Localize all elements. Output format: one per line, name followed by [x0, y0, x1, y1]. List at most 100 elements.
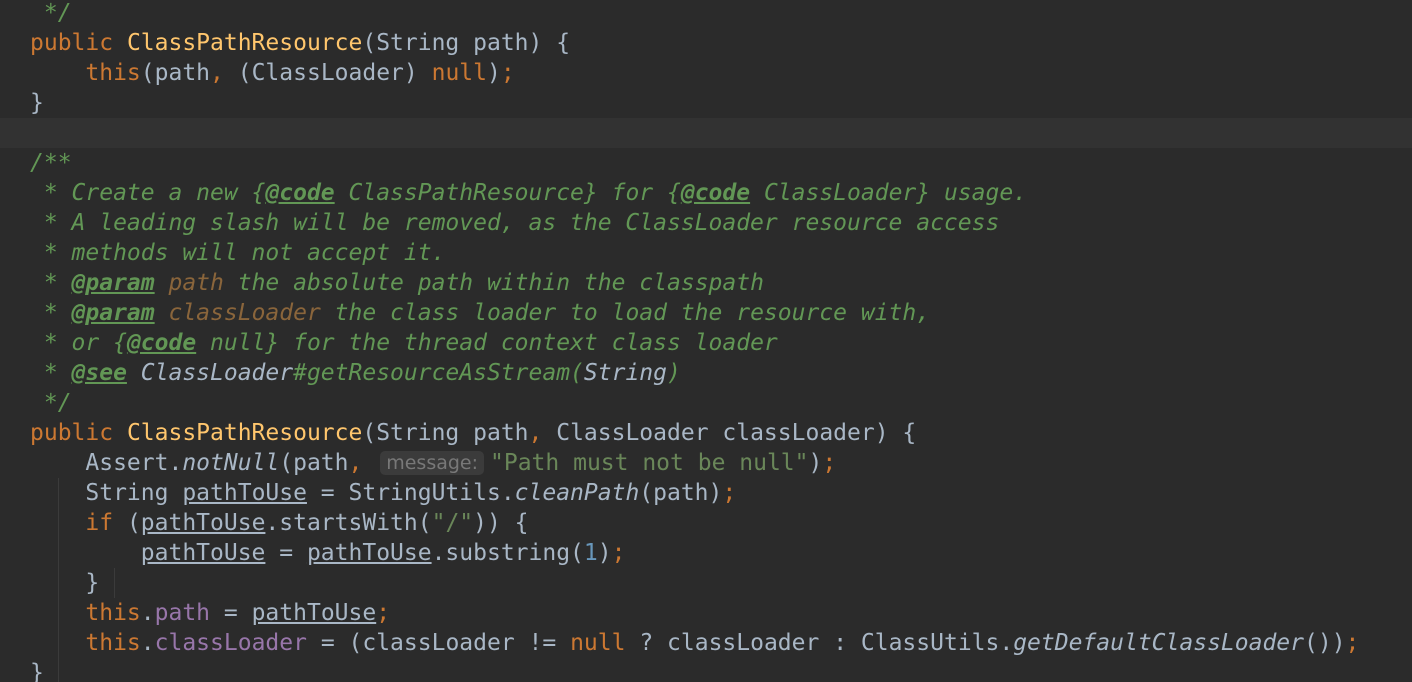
- code-token: path: [154, 600, 211, 626]
- code-token: cleanPath: [514, 480, 640, 506]
- code-line[interactable]: this.classLoader = (classLoader != null …: [0, 628, 1412, 658]
- code-token: ;: [1345, 630, 1360, 656]
- code-text: }: [30, 88, 44, 118]
- code-text: public ClassPathResource(String path, Cl…: [30, 418, 916, 448]
- code-token: }: [30, 570, 100, 596]
- code-line[interactable]: public ClassPathResource(String path, Cl…: [0, 418, 1412, 448]
- code-token: (String path) {: [362, 30, 571, 56]
- code-line[interactable]: * or {@code null} for the thread context…: [0, 328, 1412, 358]
- code-text: * A leading slash will be removed, as th…: [30, 208, 999, 238]
- code-token: =: [265, 540, 307, 566]
- code-line[interactable]: */: [0, 388, 1412, 418]
- code-token: null: [431, 60, 487, 86]
- code-line[interactable]: pathToUse = pathToUse.substring(1);: [0, 538, 1412, 568]
- code-text: * @see ClassLoader#getResourceAsStream(S…: [30, 358, 681, 388]
- code-token: .: [140, 630, 155, 656]
- code-line[interactable]: public ClassPathResource(String path) {: [0, 28, 1412, 58]
- code-line[interactable]: */: [0, 0, 1412, 28]
- code-token: * Create a new {: [30, 180, 266, 206]
- code-token: *: [30, 300, 72, 326]
- code-token: *: [30, 360, 72, 386]
- code-token: classLoader: [154, 630, 307, 656]
- code-token: this: [85, 600, 141, 626]
- code-token: pathToUse: [140, 510, 266, 536]
- code-token: pathToUse: [251, 600, 377, 626]
- code-token: ()): [1304, 630, 1346, 656]
- code-token: classLoader: [154, 300, 321, 326]
- code-token: (String path: [362, 420, 529, 446]
- code-text: String pathToUse = StringUtils.cleanPath…: [30, 478, 736, 508]
- code-token: @param: [71, 270, 155, 296]
- code-token: (path: [279, 450, 349, 476]
- code-token: public: [30, 30, 127, 56]
- code-line[interactable]: String pathToUse = StringUtils.cleanPath…: [0, 478, 1412, 508]
- code-token: ;: [822, 450, 837, 476]
- code-token: this: [85, 630, 141, 656]
- code-token: ;: [500, 60, 515, 86]
- code-token: */: [30, 0, 72, 26]
- code-text: this.classLoader = (classLoader != null …: [30, 628, 1359, 658]
- code-token: ClassPathResource: [126, 30, 363, 56]
- code-token: public: [30, 420, 127, 446]
- code-text: */: [30, 0, 72, 28]
- code-line[interactable]: this(path, (ClassLoader) null);: [0, 58, 1412, 88]
- code-token: if: [85, 510, 127, 536]
- code-token: ,: [210, 60, 238, 86]
- code-token: ;: [722, 480, 737, 506]
- code-token: ClassPathResource} for {: [334, 180, 681, 206]
- code-line[interactable]: * @param path the absolute path within t…: [0, 268, 1412, 298]
- code-text: * methods will not accept it.: [30, 238, 446, 268]
- code-line[interactable]: this.path = pathToUse;: [0, 598, 1412, 628]
- code-token: ): [487, 60, 501, 86]
- code-token: ClassLoader classLoader) {: [556, 420, 917, 446]
- code-text: if (pathToUse.startsWith("/")) {: [30, 508, 529, 538]
- code-line[interactable]: * @see ClassLoader#getResourceAsStream(S…: [0, 358, 1412, 388]
- code-token: getDefaultClassLoader: [1013, 630, 1304, 656]
- code-editor[interactable]: */public ClassPathResource(String path) …: [0, 0, 1412, 682]
- code-token: ClassLoader: [126, 360, 294, 386]
- code-token: pathToUse: [306, 540, 432, 566]
- code-text: */: [30, 388, 72, 418]
- code-token: "Path must not be null": [490, 450, 809, 476]
- code-line[interactable]: Assert.notNull(path, message: "Path must …: [0, 448, 1412, 478]
- code-text: }: [30, 568, 99, 598]
- code-line[interactable]: * @param classLoader the class loader to…: [0, 298, 1412, 328]
- code-line[interactable]: }: [0, 658, 1412, 682]
- code-token: "/": [431, 510, 474, 536]
- code-line[interactable]: * Create a new {@code ClassPathResource}…: [0, 178, 1412, 208]
- code-token: null} for the thread context class loade…: [196, 330, 778, 356]
- code-line[interactable]: * methods will not accept it.: [0, 238, 1412, 268]
- code-token: ClassLoader} usage.: [750, 180, 1028, 206]
- code-token: path: [154, 270, 224, 296]
- code-line[interactable]: * A leading slash will be removed, as th…: [0, 208, 1412, 238]
- current-line-highlight[interactable]: [0, 118, 1412, 148]
- code-token: )) {: [473, 510, 529, 536]
- code-line[interactable]: /**: [0, 148, 1412, 178]
- code-text: * or {@code null} for the thread context…: [30, 328, 778, 358]
- code-text: Assert.notNull(path, message: "Path must …: [30, 448, 836, 478]
- code-token: ;: [376, 600, 391, 626]
- code-token: (: [126, 510, 141, 536]
- code-token: (path: [140, 60, 211, 86]
- code-line[interactable]: }: [0, 88, 1412, 118]
- code-token: /**: [30, 150, 72, 176]
- code-token: this: [85, 60, 141, 86]
- parameter-hint: message:: [380, 451, 485, 475]
- code-token: String: [30, 480, 183, 506]
- code-token: Assert.: [30, 450, 183, 476]
- code-token: pathToUse: [140, 540, 266, 566]
- code-token: null: [570, 630, 640, 656]
- code-token: the absolute path within the classpath: [223, 270, 764, 296]
- code-token: ClassPathResource: [126, 420, 363, 446]
- code-token: * methods will not accept it.: [30, 240, 446, 266]
- code-token: }: [30, 660, 44, 682]
- code-token: * A leading slash will be removed, as th…: [30, 210, 1000, 236]
- code-line[interactable]: if (pathToUse.startsWith("/")) {: [0, 508, 1412, 538]
- code-token: the class loader to load the resource wi…: [320, 300, 931, 326]
- code-line[interactable]: }: [0, 568, 1412, 598]
- code-text: }: [30, 658, 44, 682]
